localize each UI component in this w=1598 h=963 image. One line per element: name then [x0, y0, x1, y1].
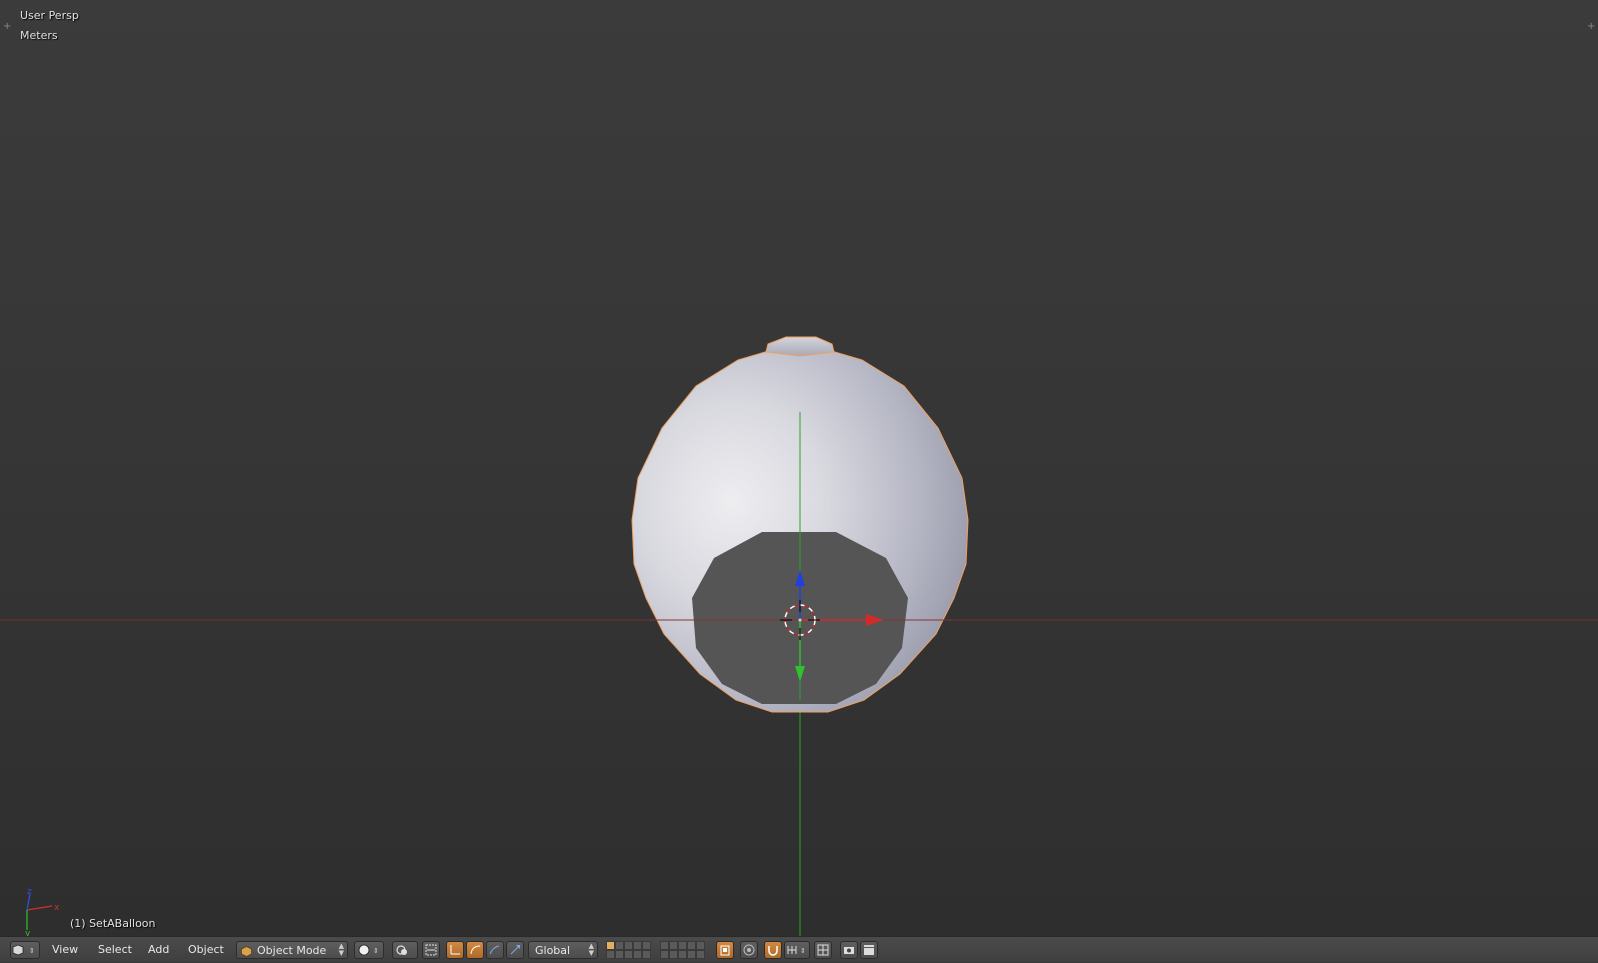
- solid-shading-icon[interactable]: ⇕: [354, 941, 384, 959]
- snap-increment-icon[interactable]: ⇕: [784, 941, 810, 959]
- snap-magnet-icon[interactable]: [764, 941, 782, 959]
- menu-select[interactable]: Select: [94, 941, 136, 959]
- 3d-view-header: ⇕ View Select Add Object Object Mode ▲ ▼ …: [0, 936, 1598, 962]
- orientation-label: Global: [535, 944, 571, 957]
- svg-text:⇕: ⇕: [29, 947, 35, 955]
- layer-grid-left[interactable]: [606, 941, 651, 959]
- snap-target-icon[interactable]: [814, 941, 832, 959]
- units-label: Meters: [20, 29, 58, 42]
- orientation-dropdown[interactable]: Global ▲ ▼: [528, 941, 598, 959]
- 3d-viewport[interactable]: + + x y z User Persp Meters (1) SetABall…: [0, 0, 1598, 936]
- lock-layers-icon[interactable]: [716, 941, 734, 959]
- layer-grid-right[interactable]: [660, 941, 705, 959]
- active-object-label: (1) SetABalloon: [70, 917, 156, 930]
- rotate-icon[interactable]: [466, 941, 484, 959]
- clapboard-icon[interactable]: [860, 941, 878, 959]
- object-cube-icon: [241, 945, 252, 957]
- dropdown-arrows-icon: ▲ ▼: [588, 942, 594, 957]
- menu-view[interactable]: View: [48, 941, 82, 959]
- svg-text:x: x: [54, 903, 60, 913]
- scale-arrow-icon[interactable]: [506, 941, 524, 959]
- svg-text:⇕: ⇕: [373, 947, 379, 955]
- menu-add[interactable]: Add: [144, 941, 173, 959]
- manipulator-toggle-icon[interactable]: [422, 941, 440, 959]
- 3d-view-icon[interactable]: ⇕: [10, 941, 40, 959]
- proportional-edit-icon[interactable]: [740, 941, 758, 959]
- menu-object[interactable]: Object: [184, 941, 228, 959]
- svg-text:z: z: [27, 887, 32, 897]
- balloon-top-cap: [765, 336, 835, 357]
- viewport-scene: x y z: [0, 336, 1598, 936]
- translate-icon[interactable]: [446, 941, 464, 959]
- mini-axes-icon: x y z: [25, 887, 60, 936]
- svg-text:y: y: [25, 929, 31, 936]
- mode-dropdown[interactable]: Object Mode ▲ ▼: [236, 941, 348, 959]
- view-perspective-label: User Persp: [20, 9, 79, 22]
- svg-text:⇕: ⇕: [800, 947, 806, 955]
- dropdown-arrows-icon: ▲ ▼: [338, 942, 344, 957]
- scale-icon[interactable]: [486, 941, 504, 959]
- pivot-point-icon[interactable]: [392, 941, 418, 959]
- camera-icon[interactable]: [840, 941, 858, 959]
- mode-label: Object Mode: [257, 944, 327, 957]
